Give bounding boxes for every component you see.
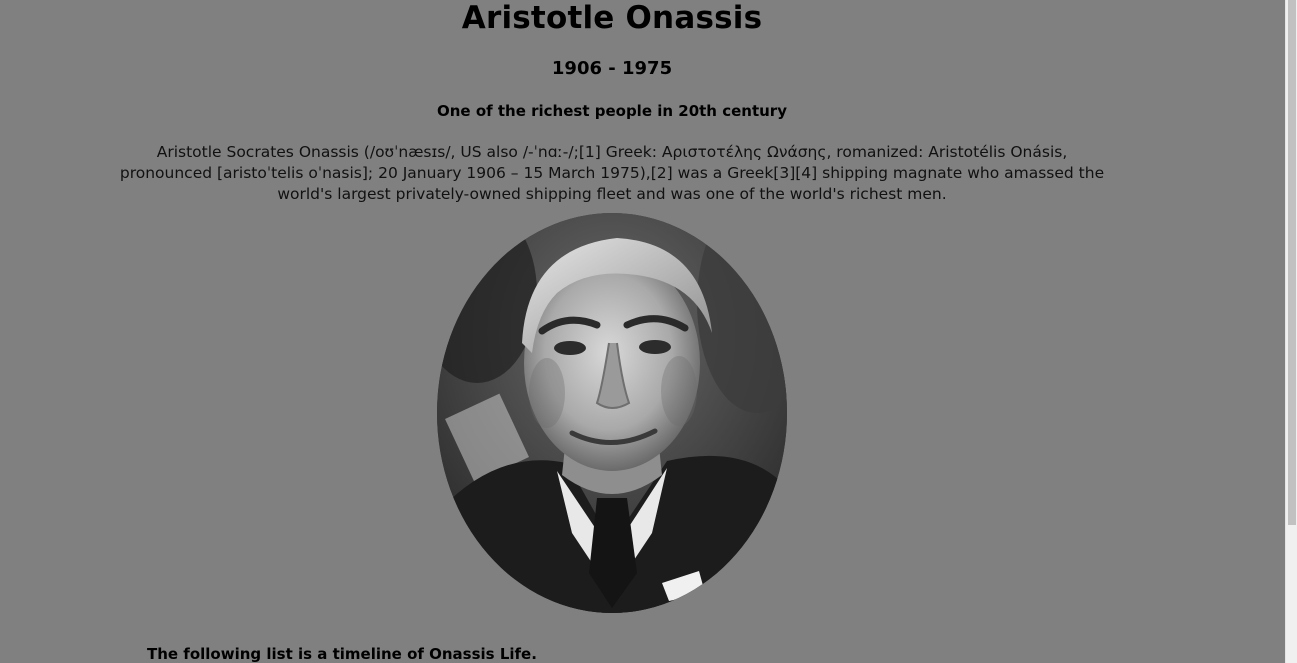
page-title: Aristotle Onassis <box>461 0 763 36</box>
subtitle: One of the richest people in 20th centur… <box>437 102 787 120</box>
timeline-intro: The following list is a timeline of Onas… <box>147 645 537 663</box>
portrait-photo <box>437 213 787 613</box>
portrait-image <box>437 213 787 613</box>
vertical-scrollbar[interactable] <box>1285 0 1297 663</box>
intro-paragraph: Aristotle Socrates Onassis (/oʊˈnæsɪs/, … <box>119 143 1105 203</box>
page: Aristotle Onassis 1906 - 1975 One of the… <box>0 0 1286 663</box>
life-years: 1906 - 1975 <box>551 58 673 79</box>
scrollbar-thumb[interactable] <box>1288 0 1296 525</box>
